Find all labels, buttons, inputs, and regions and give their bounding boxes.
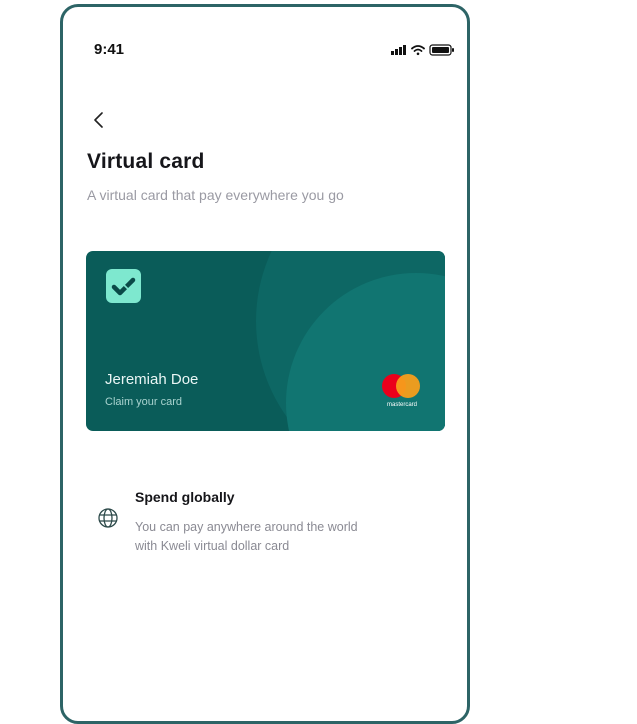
wifi-icon bbox=[411, 45, 425, 56]
feature-description-line: You can pay anywhere around the world bbox=[135, 520, 358, 534]
globe-icon bbox=[98, 508, 118, 528]
mastercard-label: mastercard bbox=[386, 402, 417, 408]
phone-frame: 9:41 Virtual card A virtual card that pa… bbox=[60, 4, 470, 724]
page-subtitle: A virtual card that pay everywhere you g… bbox=[87, 187, 344, 203]
signal-icon bbox=[391, 45, 406, 55]
claim-card-link[interactable]: Claim your card bbox=[105, 396, 182, 408]
battery-icon bbox=[429, 44, 454, 56]
app-logo bbox=[106, 269, 141, 303]
card-holder-name: Jeremiah Doe bbox=[105, 371, 199, 388]
checkmark-icon bbox=[111, 277, 136, 296]
status-time: 9:41 bbox=[94, 41, 125, 58]
feature-description-line: with Kweli virtual dollar card bbox=[135, 539, 290, 553]
back-chevron-icon[interactable] bbox=[90, 109, 108, 131]
mastercard-logo: mastercard bbox=[381, 374, 423, 410]
page-title: Virtual card bbox=[87, 150, 205, 173]
status-icons bbox=[391, 44, 454, 56]
feature-title: Spend globally bbox=[135, 489, 235, 505]
feature-description: You can pay anywhere around the world wi… bbox=[135, 518, 405, 556]
mastercard-yellow-circle bbox=[396, 374, 420, 398]
virtual-card[interactable]: Jeremiah Doe Claim your card mastercard bbox=[86, 251, 445, 431]
